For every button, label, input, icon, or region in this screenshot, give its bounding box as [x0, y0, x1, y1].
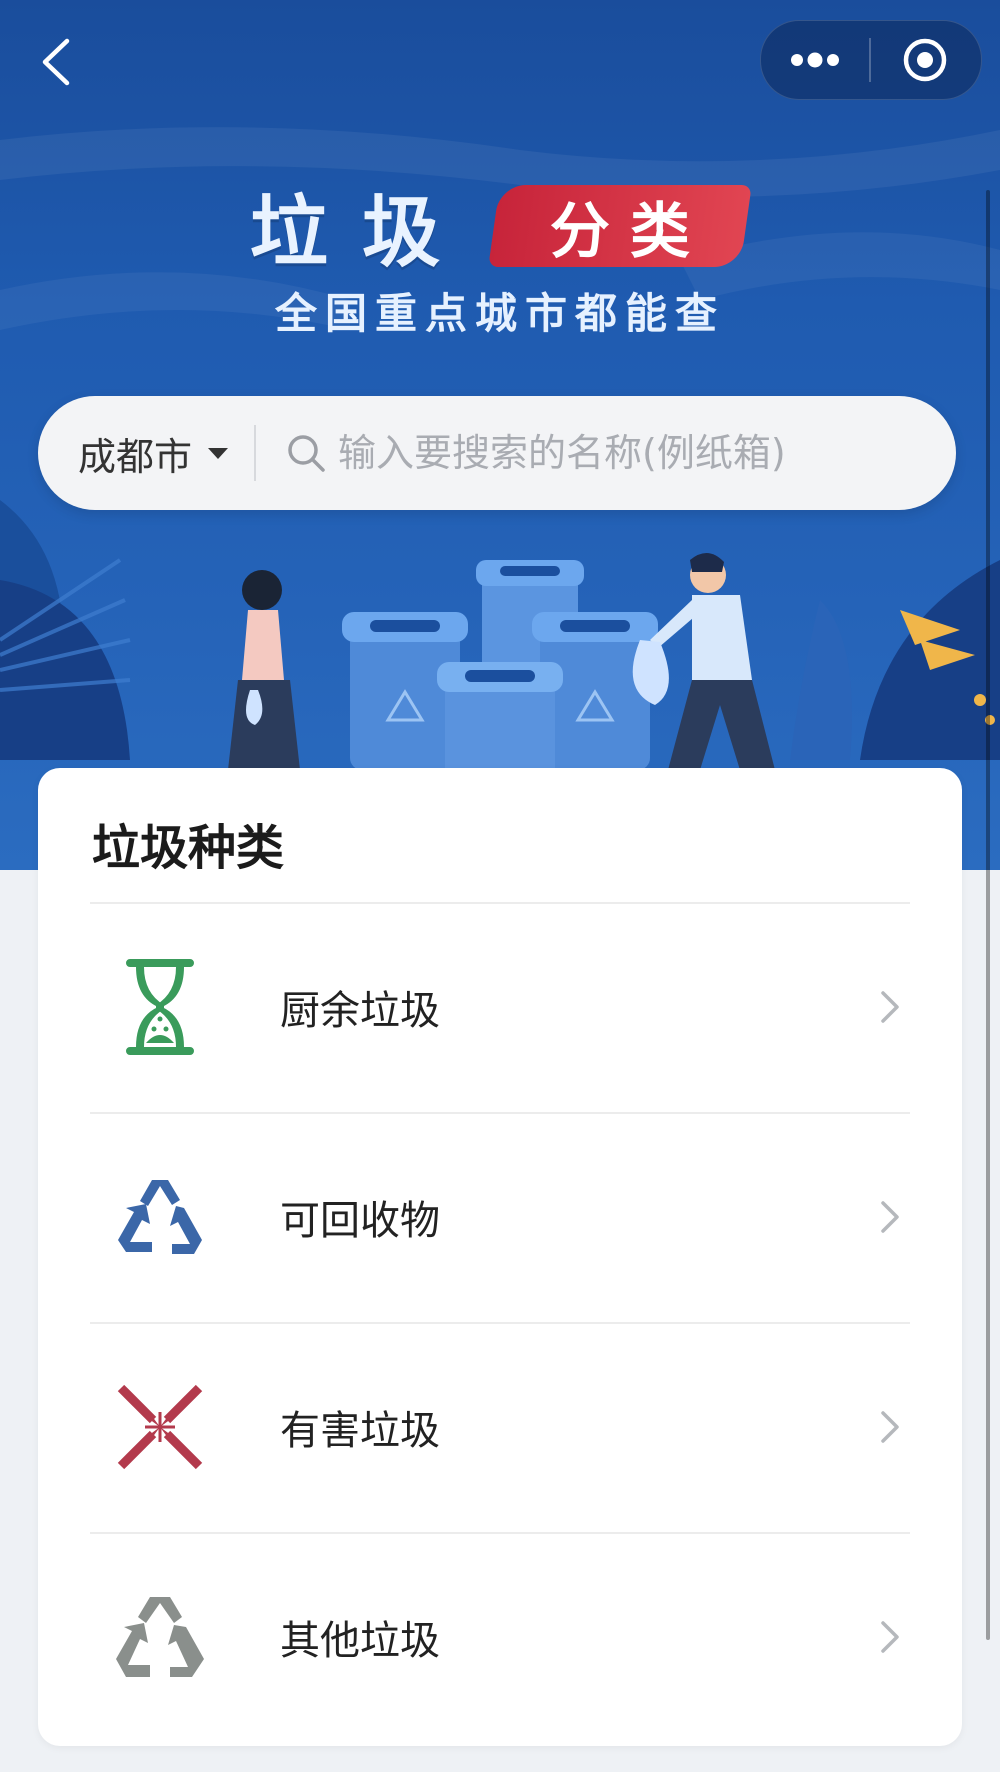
- chevron-left-icon: [42, 38, 70, 86]
- city-name: 成都市: [78, 434, 193, 479]
- category-card-title: 垃圾种类: [92, 820, 285, 876]
- other-recycle-icon: [100, 1577, 220, 1697]
- search-bar: 成都市: [38, 396, 956, 510]
- category-label: 厨余垃圾: [280, 988, 440, 1034]
- target-circle-icon: [903, 38, 947, 82]
- banner-badge: 分类: [488, 185, 752, 267]
- chevron-right-icon: [870, 1197, 910, 1237]
- city-selector[interactable]: 成都市: [38, 426, 229, 481]
- category-item-other[interactable]: 其他垃圾: [90, 1534, 910, 1740]
- chevron-right-icon: [870, 1407, 910, 1447]
- category-item-recyclable[interactable]: 可回收物: [90, 1114, 910, 1320]
- hazard-cross-icon: [100, 1367, 220, 1487]
- banner-title: 垃圾 分类: [250, 170, 752, 282]
- banner-badge-text: 分类: [550, 196, 711, 267]
- category-label: 其他垃圾: [280, 1618, 440, 1664]
- hourglass-icon: [100, 947, 220, 1067]
- chevron-right-icon: [870, 987, 910, 1027]
- close-button[interactable]: [871, 21, 979, 99]
- more-button[interactable]: [761, 21, 869, 99]
- caret-down-icon: [208, 447, 229, 459]
- recycle-icon: [100, 1157, 220, 1277]
- search-input[interactable]: [338, 431, 956, 475]
- category-item-food-waste[interactable]: 厨余垃圾: [90, 904, 910, 1110]
- back-button[interactable]: [30, 28, 82, 96]
- banner-title-text: 垃圾: [250, 188, 475, 278]
- scrollbar[interactable]: [986, 190, 990, 1640]
- category-label: 可回收物: [280, 1198, 440, 1244]
- category-label: 有害垃圾: [280, 1408, 440, 1454]
- chevron-right-icon: [870, 1617, 910, 1657]
- banner-subtitle: 全国重点城市都能查: [274, 289, 725, 338]
- mini-program-capsule: [760, 20, 982, 100]
- more-dots-icon: [791, 52, 839, 68]
- search-divider: [254, 425, 257, 481]
- search-icon: [284, 431, 328, 475]
- category-card: 垃圾种类 厨余垃圾 可回收物 有害垃圾 其他垃圾: [38, 768, 962, 1746]
- category-item-hazardous[interactable]: 有害垃圾: [90, 1324, 910, 1530]
